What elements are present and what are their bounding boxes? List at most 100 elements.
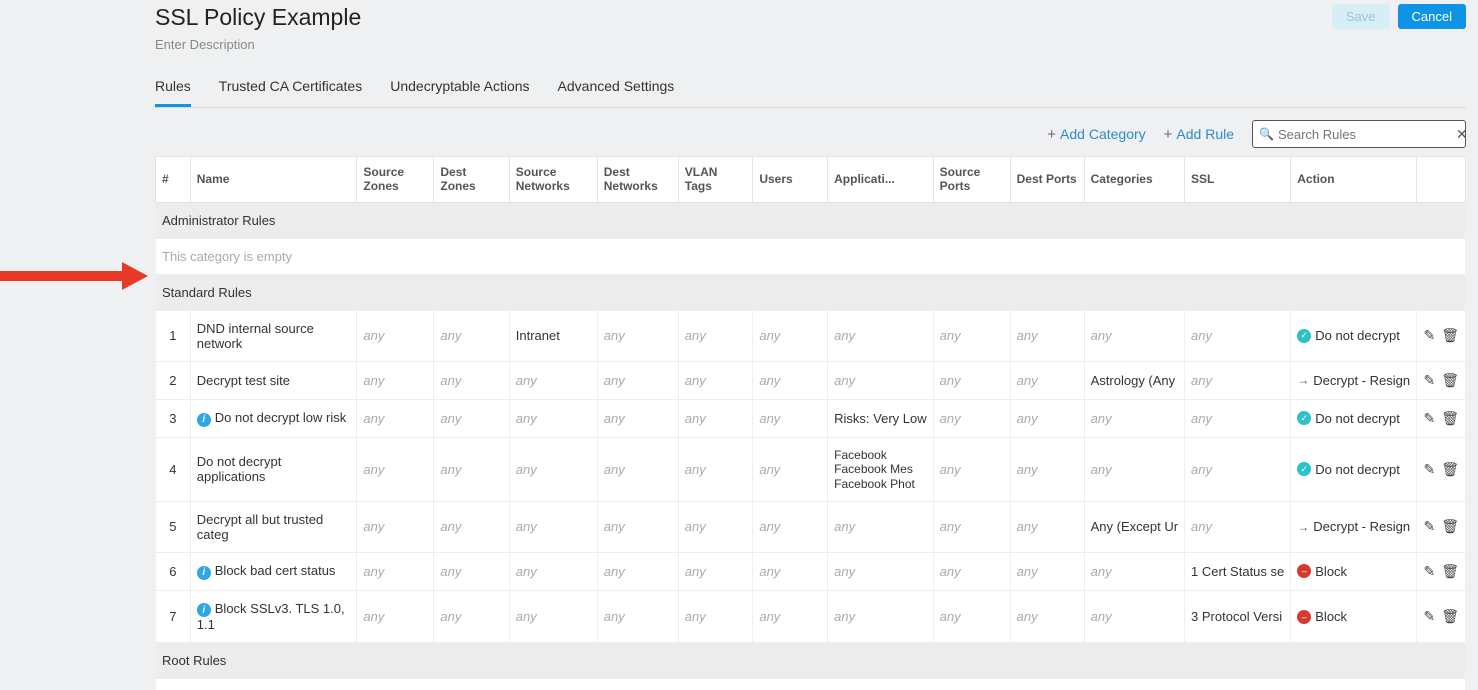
info-icon[interactable]: i <box>197 603 211 617</box>
any-value: any <box>759 519 780 534</box>
add-rule-label: Add Rule <box>1176 126 1234 142</box>
tab-advanced[interactable]: Advanced Settings <box>558 70 675 107</box>
any-value: any <box>685 328 706 343</box>
cell-vlan: any <box>678 361 753 399</box>
any-value: any <box>834 328 855 343</box>
any-value: any <box>604 462 625 477</box>
cell-src-nets: any <box>509 552 597 590</box>
cell-dest-ports: any <box>1010 361 1084 399</box>
add-category-button[interactable]: + Add Category <box>1047 126 1145 143</box>
cell-action: –Block <box>1291 590 1417 643</box>
col-name[interactable]: Name <box>190 157 357 203</box>
any-value: any <box>1091 609 1112 624</box>
cell-applications: any <box>828 501 933 552</box>
any-value: any <box>759 328 780 343</box>
tab-rules[interactable]: Rules <box>155 70 191 107</box>
col-users[interactable]: Users <box>753 157 828 203</box>
col-src-nets[interactable]: Source Networks <box>509 157 597 203</box>
search-icon: 🔍 <box>1259 127 1274 141</box>
cell-dest-ports: any <box>1010 590 1084 643</box>
col-applications[interactable]: Applicati... <box>828 157 933 203</box>
rule-row[interactable]: 4 Do not decrypt applications any any an… <box>156 437 1466 501</box>
col-categories[interactable]: Categories <box>1084 157 1184 203</box>
any-value: any <box>604 328 625 343</box>
col-src-ports[interactable]: Source Ports <box>933 157 1010 203</box>
rule-row[interactable]: 2 Decrypt test site any any any any any … <box>156 361 1466 399</box>
any-value: any <box>516 519 537 534</box>
info-icon[interactable]: i <box>197 566 211 580</box>
cell-src-ports: any <box>933 361 1010 399</box>
tab-trusted-ca[interactable]: Trusted CA Certificates <box>219 70 362 107</box>
rule-row[interactable]: 1 DND internal source network any any In… <box>156 310 1466 361</box>
plus-icon: + <box>1047 126 1056 143</box>
any-value: any <box>363 411 384 426</box>
cell-vlan: any <box>678 590 753 643</box>
col-dest-ports[interactable]: Dest Ports <box>1010 157 1084 203</box>
action-do-not-decrypt: ✓Do not decrypt <box>1297 411 1410 426</box>
search-rules-field[interactable]: 🔍 ✕ <box>1252 120 1466 148</box>
any-value: any <box>440 328 461 343</box>
clear-search-icon[interactable]: ✕ <box>1456 126 1468 143</box>
delete-icon[interactable]: 🗑 <box>1441 608 1459 625</box>
delete-icon[interactable]: 🗑 <box>1441 461 1459 478</box>
any-value: any <box>1191 328 1212 343</box>
any-value: any <box>759 373 780 388</box>
edit-icon[interactable]: ✎ <box>1423 372 1435 389</box>
col-src-zones[interactable]: Source Zones <box>357 157 434 203</box>
col-vlan[interactable]: VLAN Tags <box>678 157 753 203</box>
add-rule-button[interactable]: + Add Rule <box>1164 126 1234 143</box>
edit-icon[interactable]: ✎ <box>1423 608 1435 625</box>
edit-icon[interactable]: ✎ <box>1423 518 1435 535</box>
delete-icon[interactable]: 🗑 <box>1441 410 1459 427</box>
info-icon[interactable]: i <box>197 413 211 427</box>
edit-icon[interactable]: ✎ <box>1423 327 1435 344</box>
any-value: any <box>685 519 706 534</box>
any-value: any <box>1017 373 1038 388</box>
any-value: any <box>834 519 855 534</box>
cancel-button[interactable]: Cancel <box>1398 4 1466 29</box>
rule-row[interactable]: 5 Decrypt all but trusted categ any any … <box>156 501 1466 552</box>
category-row[interactable]: Root Rules <box>156 643 1466 679</box>
any-value: any <box>759 609 780 624</box>
any-value: any <box>1091 462 1112 477</box>
rule-name: iBlock SSLv3. TLS 1.0, 1.1 <box>190 590 357 643</box>
col-number[interactable]: # <box>156 157 191 203</box>
save-button[interactable]: Save <box>1332 4 1390 29</box>
rule-name: Do not decrypt applications <box>190 437 357 501</box>
any-value: any <box>440 373 461 388</box>
delete-icon[interactable]: 🗑 <box>1441 563 1459 580</box>
edit-icon[interactable]: ✎ <box>1423 461 1435 478</box>
any-value: any <box>685 609 706 624</box>
category-row[interactable]: Standard Rules <box>156 274 1466 310</box>
delete-icon[interactable]: 🗑 <box>1441 372 1459 389</box>
any-value: any <box>1091 411 1112 426</box>
cell-categories: any <box>1084 399 1184 437</box>
action-decrypt-resign: →Decrypt - Resign <box>1297 373 1410 388</box>
rule-name: DND internal source network <box>190 310 357 361</box>
rule-name: iBlock bad cert status <box>190 552 357 590</box>
edit-icon[interactable]: ✎ <box>1423 563 1435 580</box>
col-action[interactable]: Action <box>1291 157 1417 203</box>
search-input[interactable] <box>1274 126 1456 143</box>
tab-undecryptable[interactable]: Undecryptable Actions <box>390 70 529 107</box>
any-value: any <box>1091 328 1112 343</box>
cell-vlan: any <box>678 399 753 437</box>
col-dest-zones[interactable]: Dest Zones <box>434 157 509 203</box>
any-value: any <box>604 609 625 624</box>
col-ssl[interactable]: SSL <box>1185 157 1291 203</box>
any-value: any <box>363 462 384 477</box>
any-value: any <box>759 564 780 579</box>
edit-icon[interactable]: ✎ <box>1423 410 1435 427</box>
rule-row[interactable]: 7 iBlock SSLv3. TLS 1.0, 1.1 any any any… <box>156 590 1466 643</box>
page-description[interactable]: Enter Description <box>155 37 361 52</box>
page-title: SSL Policy Example <box>155 4 361 31</box>
rule-row[interactable]: 3 iDo not decrypt low risk any any any a… <box>156 399 1466 437</box>
rule-row[interactable]: 6 iBlock bad cert status any any any any… <box>156 552 1466 590</box>
cell-src-zones: any <box>357 310 434 361</box>
delete-icon[interactable]: 🗑 <box>1441 327 1459 344</box>
delete-icon[interactable]: 🗑 <box>1441 518 1459 535</box>
col-row-actions <box>1417 157 1466 203</box>
col-dest-nets[interactable]: Dest Networks <box>597 157 678 203</box>
cell-src-zones: any <box>357 437 434 501</box>
category-row[interactable]: Administrator Rules <box>156 202 1466 238</box>
